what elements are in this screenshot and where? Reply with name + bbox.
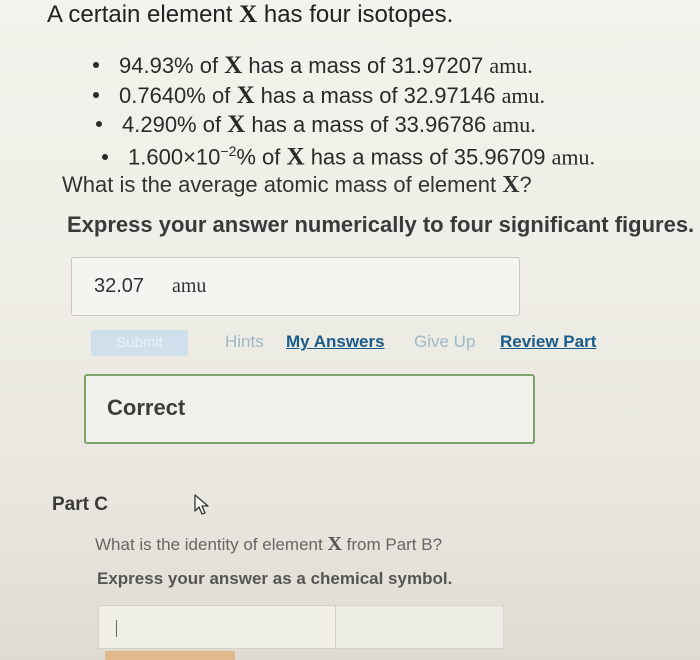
answer-unit: amu — [172, 275, 207, 297]
give-up-link[interactable]: Give Up — [414, 332, 475, 352]
answer-input[interactable]: 32.07 amu — [71, 257, 520, 316]
exponent: −2 — [220, 143, 237, 159]
review-part-link[interactable]: Review Part — [500, 332, 596, 352]
bullet-icon — [102, 153, 108, 160]
question-text: What is the average atomic mass of eleme… — [62, 172, 532, 198]
isotope-item: 0.7640% of X has a mass of 32.97146 amu. — [93, 82, 545, 110]
feedback-box: Correct — [84, 374, 535, 444]
answer-value: 32.07 — [94, 275, 145, 297]
bullet-icon — [96, 121, 102, 128]
element-symbol: X — [236, 82, 255, 109]
isotope-item: 94.93% of X has a mass of 31.97207 amu. — [93, 52, 533, 80]
hints-link[interactable]: Hints — [225, 332, 264, 352]
correct-label: Correct — [107, 395, 186, 420]
element-symbol: X — [502, 172, 520, 198]
toolbar-button-partial[interactable] — [105, 651, 235, 660]
input-toolbar-area — [336, 605, 504, 649]
mass-unit: amu. — [551, 144, 596, 170]
element-symbol: X — [224, 52, 243, 79]
problem-intro: A certain element X has four isotopes. — [47, 1, 453, 29]
part-c-heading[interactable]: Part C — [52, 494, 108, 516]
element-symbol: X — [327, 533, 342, 555]
isotope-item: 4.290% of X has a mass of 33.96786 amu. — [96, 111, 536, 139]
isotope-item: 1.600×10−2% of X has a mass of 35.96709 … — [102, 143, 595, 171]
chemical-symbol-input[interactable] — [98, 605, 336, 649]
intro-text-after: has four isotopes. — [257, 1, 454, 28]
bullet-icon — [93, 92, 99, 99]
part-c-question: What is the identity of element X from P… — [95, 533, 443, 555]
intro-text-before: A certain element — [47, 1, 240, 28]
mouse-pointer-icon — [194, 494, 209, 515]
my-answers-link[interactable]: My Answers — [286, 332, 385, 352]
submit-button[interactable]: Submit — [91, 330, 188, 356]
text-caret — [116, 620, 117, 637]
bullet-icon — [93, 62, 99, 69]
part-c-instruction: Express your answer as a chemical symbol… — [97, 569, 453, 588]
element-symbol: X — [239, 1, 258, 28]
mass-unit: amu. — [489, 53, 533, 78]
answer-instruction: Express your answer numerically to four … — [67, 212, 695, 237]
element-symbol: X — [286, 143, 305, 171]
element-symbol: X — [227, 111, 246, 138]
mass-unit: amu. — [501, 83, 545, 108]
mass-unit: amu. — [492, 112, 536, 137]
